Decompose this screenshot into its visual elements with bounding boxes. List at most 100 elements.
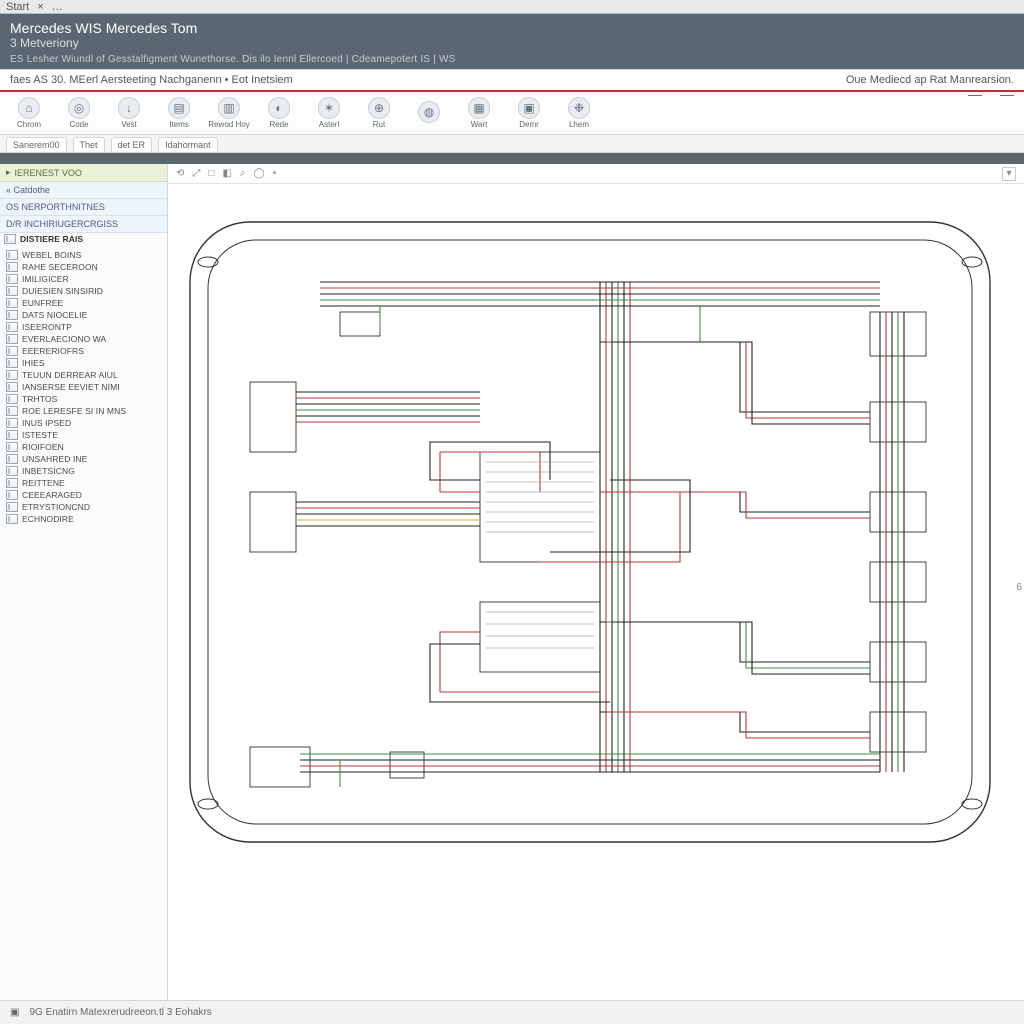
tree-item[interactable]: REITTENE bbox=[2, 477, 165, 489]
doc-icon bbox=[6, 250, 18, 260]
tree-item[interactable]: DUIESIEN SINSIRID bbox=[2, 285, 165, 297]
os-close-glyph[interactable]: × bbox=[37, 1, 43, 13]
canvas-tool-5[interactable]: ◯ bbox=[254, 168, 265, 179]
tree-item[interactable]: ISEERONTP bbox=[2, 321, 165, 333]
tree-item[interactable]: WEBEL BOINS bbox=[2, 249, 165, 261]
document-tabs: Sanerem00 Thet det ER Idahormant bbox=[0, 135, 1024, 153]
diagram-canvas[interactable]: ⟲ ⤢ □ ◧ ⌕ ◯ • ▾ 6 bbox=[168, 164, 1024, 1000]
tree-item[interactable]: EVERLAECIONO WA bbox=[2, 333, 165, 345]
sidebar-header-label: IERENEST VOO bbox=[15, 168, 82, 178]
ribbon-button-7[interactable]: ⊕Rut bbox=[356, 93, 402, 133]
minimize-button[interactable]: — bbox=[968, 86, 982, 102]
app-title-2: 3 Metveriony bbox=[10, 36, 1014, 50]
ribbon-label: Vest bbox=[121, 120, 137, 129]
tree-item[interactable]: IHIES bbox=[2, 357, 165, 369]
tree-item-label: ISTESTE bbox=[22, 430, 58, 440]
tree-item-label: EVERLAECIONO WA bbox=[22, 334, 106, 344]
ribbon-icon: ▣ bbox=[518, 97, 540, 119]
ribbon-button-2[interactable]: ↓Vest bbox=[106, 93, 152, 133]
tree-item[interactable]: TRHTOS bbox=[2, 393, 165, 405]
tree-item[interactable]: ISTESTE bbox=[2, 429, 165, 441]
tree-item-label: RIOIFOEN bbox=[22, 442, 64, 452]
doc-icon bbox=[6, 418, 18, 428]
canvas-tool-1[interactable]: ⤢ bbox=[192, 168, 200, 179]
tree-item-label: INBETSICNG bbox=[22, 466, 75, 476]
ribbon-icon: ⌂ bbox=[18, 97, 40, 119]
tree-item[interactable]: ECHNODIRE bbox=[2, 513, 165, 525]
ribbon-button-1[interactable]: ◎Code bbox=[56, 93, 102, 133]
sidebar-group-label: DISTIERE RAlS bbox=[20, 234, 83, 244]
os-start[interactable]: Start bbox=[6, 1, 29, 13]
tree-item[interactable]: DATS NIOCELIE bbox=[2, 309, 165, 321]
sidebar-sub-3[interactable]: D/R INCHIRIUGERCRGISS bbox=[0, 216, 167, 233]
sidebar-group[interactable]: DISTIERE RAlS bbox=[0, 233, 167, 245]
sidebar-tree: WEBEL BOINSRAHE SECEROONIMILIGICERDUIESI… bbox=[0, 245, 167, 529]
ribbon-button-3[interactable]: ▤Items bbox=[156, 93, 202, 133]
ribbon-label: Items bbox=[169, 120, 189, 129]
chevron-right-icon: ▸ bbox=[6, 167, 11, 178]
tree-item-label: ETRYSTIONCND bbox=[22, 502, 90, 512]
tree-item-label: IHIES bbox=[22, 358, 45, 368]
folder-icon bbox=[4, 234, 16, 244]
ribbon-icon: ▦ bbox=[468, 97, 490, 119]
tree-item-label: ISEERONTP bbox=[22, 322, 72, 332]
doc-icon bbox=[6, 370, 18, 380]
tree-item[interactable]: ETRYSTIONCND bbox=[2, 501, 165, 513]
sidebar-sub-1[interactable]: « Catdothe bbox=[0, 182, 167, 199]
canvas-tool-6[interactable]: • bbox=[273, 168, 277, 179]
tree-item[interactable]: RIOIFOEN bbox=[2, 441, 165, 453]
tab-2[interactable]: det ER bbox=[111, 137, 153, 152]
tree-item-label: ROE LERESFE SI IN MNS bbox=[22, 406, 126, 416]
tree-item[interactable]: INUS IPSED bbox=[2, 417, 165, 429]
tree-item-label: EEERERIOFRS bbox=[22, 346, 84, 356]
os-ellipsis[interactable]: … bbox=[52, 1, 63, 13]
tree-item[interactable]: TEUUN DERREAR AIUL bbox=[2, 369, 165, 381]
tree-item[interactable]: CEEEARAGED bbox=[2, 489, 165, 501]
canvas-tool-3[interactable]: ◧ bbox=[222, 168, 231, 179]
ribbon-button-8[interactable]: ◍ bbox=[406, 93, 452, 133]
app-header: Mercedes WIS Mercedes Tom 3 Metveriony E… bbox=[0, 14, 1024, 69]
doc-icon bbox=[6, 430, 18, 440]
canvas-tool-0[interactable]: ⟲ bbox=[176, 168, 184, 179]
wiring-diagram bbox=[180, 192, 1000, 952]
tab-0[interactable]: Sanerem00 bbox=[6, 137, 67, 152]
right-gutter-marker: 6 bbox=[1016, 582, 1022, 593]
tree-item[interactable]: RAHE SECEROON bbox=[2, 261, 165, 273]
close-button[interactable]: — bbox=[1000, 86, 1014, 102]
ribbon-button-11[interactable]: ❉Lhem bbox=[556, 93, 602, 133]
tree-item[interactable]: IANSERSE EEVIET NIMI bbox=[2, 381, 165, 393]
canvas-toolbar: ⟲ ⤢ □ ◧ ⌕ ◯ • ▾ bbox=[168, 164, 1024, 184]
tree-item-label: ECHNODIRE bbox=[22, 514, 74, 524]
tree-item[interactable]: EUNFREE bbox=[2, 297, 165, 309]
tree-item[interactable]: IMILIGICER bbox=[2, 273, 165, 285]
canvas-tool-2[interactable]: □ bbox=[208, 168, 214, 179]
ribbon-button-4[interactable]: ▥Rewod Hoy bbox=[206, 93, 252, 133]
ribbon-label: Chrom bbox=[17, 120, 41, 129]
ribbon-button-0[interactable]: ⌂Chrom bbox=[6, 93, 52, 133]
canvas-dropdown[interactable]: ▾ bbox=[1002, 167, 1016, 181]
doc-icon bbox=[6, 298, 18, 308]
sidebar-sub-2[interactable]: OS NERPORTHNITNES bbox=[0, 199, 167, 216]
tab-1[interactable]: Thet bbox=[73, 137, 105, 152]
canvas-tool-4[interactable]: ⌕ bbox=[240, 168, 246, 179]
tab-3[interactable]: Idahormant bbox=[158, 137, 218, 152]
ribbon-label: Lhem bbox=[569, 120, 589, 129]
ribbon-button-5[interactable]: ◐Rede bbox=[256, 93, 302, 133]
tree-item[interactable]: UNSAHRED INE bbox=[2, 453, 165, 465]
ribbon-label: Asterl bbox=[319, 120, 339, 129]
doc-icon bbox=[6, 466, 18, 476]
tree-item[interactable]: INBETSICNG bbox=[2, 465, 165, 477]
ribbon-button-6[interactable]: ✶Asterl bbox=[306, 93, 352, 133]
doc-icon bbox=[6, 478, 18, 488]
ribbon-icon: ◐ bbox=[268, 97, 290, 119]
tree-item[interactable]: ROE LERESFE SI IN MNS bbox=[2, 405, 165, 417]
tree-item-label: WEBEL BOINS bbox=[22, 250, 81, 260]
tree-item[interactable]: EEERERIOFRS bbox=[2, 345, 165, 357]
sidebar-header[interactable]: ▸ IERENEST VOO bbox=[0, 164, 167, 182]
ribbon-icon: ⊕ bbox=[368, 97, 390, 119]
status-icon: ▣ bbox=[10, 1007, 19, 1018]
ribbon-button-10[interactable]: ▣Demr bbox=[506, 93, 552, 133]
tree-item-label: DUIESIEN SINSIRID bbox=[22, 286, 103, 296]
ribbon-button-9[interactable]: ▦Wart bbox=[456, 93, 502, 133]
tree-item-label: REITTENE bbox=[22, 478, 65, 488]
